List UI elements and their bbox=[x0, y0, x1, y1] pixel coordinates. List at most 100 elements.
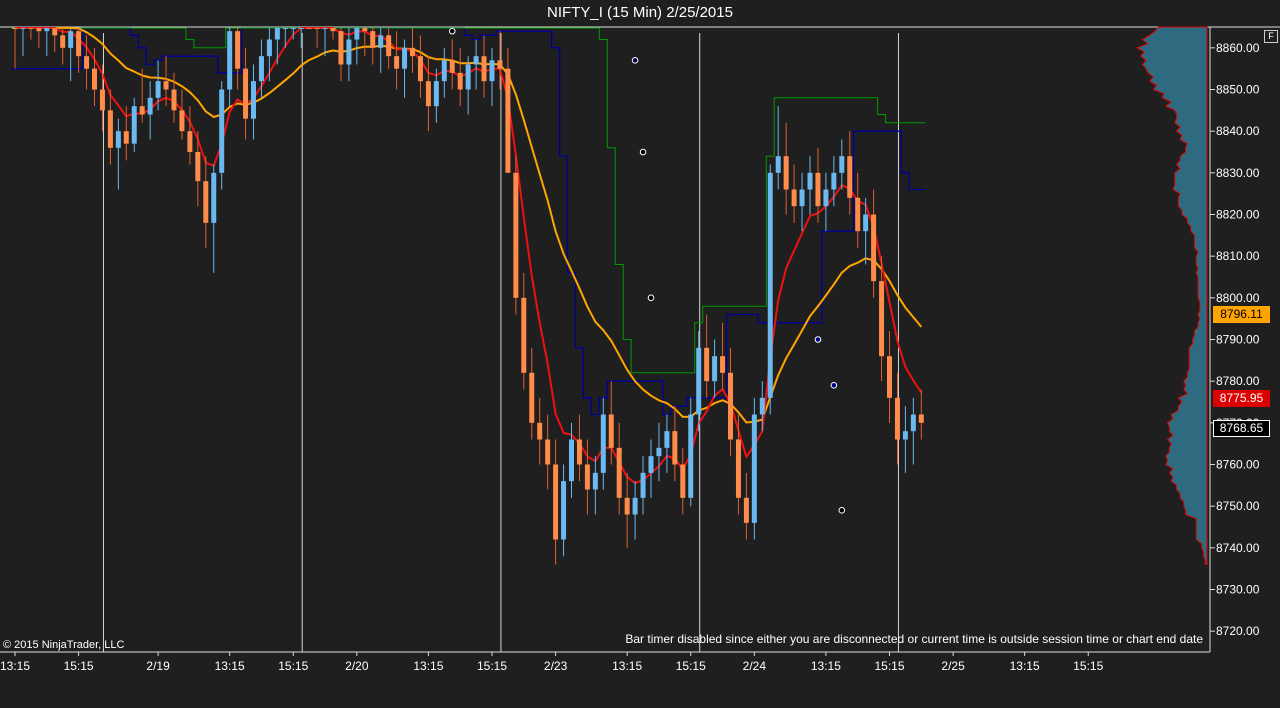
candle-body-47 bbox=[386, 35, 392, 57]
candle-body-40 bbox=[330, 28, 336, 32]
candle-body-0 bbox=[12, 28, 18, 29]
x-tick-label-5: 2/20 bbox=[345, 659, 369, 673]
signal-dot-0 bbox=[448, 27, 456, 35]
candle-body-79 bbox=[640, 472, 646, 498]
candle-body-6 bbox=[60, 35, 66, 48]
candle-body-26 bbox=[219, 89, 225, 173]
candle-body-29 bbox=[243, 68, 249, 119]
candle-body-91 bbox=[735, 439, 741, 498]
candle-body-85 bbox=[688, 414, 694, 498]
candle-body-23 bbox=[195, 152, 201, 182]
candle-body-100 bbox=[807, 172, 813, 190]
candle-95 bbox=[767, 164, 773, 415]
signal-dot-1 bbox=[631, 57, 639, 64]
candle-body-107 bbox=[863, 214, 869, 232]
candle-body-30 bbox=[251, 81, 256, 119]
x-tick-label-13: 15:15 bbox=[874, 659, 904, 673]
candle-body-55 bbox=[449, 60, 455, 73]
candle-body-109 bbox=[879, 281, 885, 357]
candle-body-13 bbox=[115, 131, 121, 148]
candle-body-66 bbox=[537, 422, 543, 440]
signal-dot-2 bbox=[639, 148, 647, 156]
candle-body-90 bbox=[728, 372, 733, 440]
candle-body-54 bbox=[441, 60, 447, 82]
x-tick-label-4: 15:15 bbox=[278, 659, 308, 673]
candle-body-71 bbox=[576, 439, 582, 465]
candle-body-63 bbox=[513, 172, 519, 298]
candle-body-12 bbox=[107, 110, 113, 148]
candle-body-3 bbox=[36, 28, 42, 32]
signal-dot-6 bbox=[838, 507, 846, 514]
candle-body-35 bbox=[290, 28, 296, 29]
candle-body-36 bbox=[298, 28, 304, 29]
time-axis: 13:15 15:15 2/19 13:15 15:15 2/20 13:15 15:15 2/… bbox=[0, 652, 1104, 673]
y-tick-label-10: 8820.00 bbox=[1216, 208, 1260, 222]
candle-body-92 bbox=[743, 497, 749, 523]
candle-body-16 bbox=[139, 106, 145, 115]
price-chart[interactable]: 8720.008730.008740.008750.008760.008770.… bbox=[0, 0, 1280, 708]
x-tick-label-1: 15:15 bbox=[64, 659, 94, 673]
candle-body-110 bbox=[887, 356, 892, 398]
signal-dot-3 bbox=[647, 294, 655, 302]
f-button[interactable]: F bbox=[1264, 30, 1278, 43]
candle-body-113 bbox=[910, 414, 916, 432]
candle-body-14 bbox=[123, 131, 129, 144]
candle-body-111 bbox=[894, 397, 900, 440]
candle-body-1 bbox=[20, 28, 26, 29]
x-tick-label-6: 13:15 bbox=[413, 659, 443, 673]
candle-body-53 bbox=[433, 81, 439, 107]
candle-body-8 bbox=[76, 31, 82, 57]
x-tick-label-9: 13:15 bbox=[612, 659, 642, 673]
price-marker-1: 8775.95 bbox=[1213, 390, 1270, 408]
candle-body-88 bbox=[712, 356, 718, 382]
candle-body-32 bbox=[266, 39, 272, 57]
candle-body-84 bbox=[680, 464, 686, 498]
y-tick-label-9: 8810.00 bbox=[1216, 249, 1260, 263]
candle-body-89 bbox=[720, 356, 726, 373]
candle-body-78 bbox=[632, 497, 638, 515]
candle-body-95 bbox=[767, 172, 773, 398]
candle-body-112 bbox=[902, 431, 908, 440]
candle-93 bbox=[751, 397, 757, 540]
candle-body-11 bbox=[99, 89, 105, 111]
candle-body-80 bbox=[648, 456, 654, 473]
copyright-text: © 2015 NinjaTrader, LLC bbox=[3, 639, 125, 651]
candle-body-74 bbox=[600, 414, 606, 473]
x-tick-label-7: 15:15 bbox=[477, 659, 507, 673]
candle-body-57 bbox=[465, 64, 471, 90]
candle-body-24 bbox=[203, 181, 209, 223]
bar-timer-message: Bar timer disabled since either you are … bbox=[625, 632, 1203, 646]
price-axis: 8720.008730.008740.008750.008760.008770.… bbox=[1210, 41, 1260, 638]
y-tick-label-4: 8760.00 bbox=[1216, 458, 1260, 472]
candle-body-4 bbox=[44, 28, 50, 32]
candle-body-21 bbox=[179, 110, 185, 132]
candle-body-59 bbox=[481, 56, 487, 82]
candle-body-68 bbox=[553, 464, 559, 540]
candle-body-37 bbox=[306, 28, 312, 29]
candle-37 bbox=[306, 28, 312, 29]
candle-body-56 bbox=[457, 72, 463, 90]
y-tick-label-13: 8850.00 bbox=[1216, 83, 1260, 97]
candle-body-75 bbox=[608, 414, 614, 448]
candle-body-86 bbox=[696, 347, 702, 415]
candle-body-108 bbox=[871, 214, 877, 282]
candle-body-17 bbox=[147, 97, 153, 115]
candle-body-41 bbox=[338, 31, 344, 65]
candle-body-97 bbox=[783, 156, 789, 190]
candle-body-69 bbox=[561, 481, 567, 540]
candle-body-104 bbox=[839, 156, 845, 173]
y-tick-label-6: 8780.00 bbox=[1216, 374, 1260, 388]
x-tick-label-3: 13:15 bbox=[215, 659, 245, 673]
candle-body-27 bbox=[227, 31, 233, 90]
candle-body-106 bbox=[855, 197, 861, 232]
candle-body-94 bbox=[759, 397, 765, 415]
candle-body-48 bbox=[394, 56, 400, 69]
candle-body-77 bbox=[624, 497, 630, 515]
candle-body-102 bbox=[823, 189, 829, 207]
candle-body-2 bbox=[28, 28, 34, 29]
candle-body-7 bbox=[68, 31, 74, 48]
y-tick-label-14: 8860.00 bbox=[1216, 41, 1260, 55]
signal-dot-5 bbox=[830, 382, 838, 389]
candle-body-82 bbox=[664, 431, 670, 448]
candle-body-10 bbox=[92, 68, 97, 90]
